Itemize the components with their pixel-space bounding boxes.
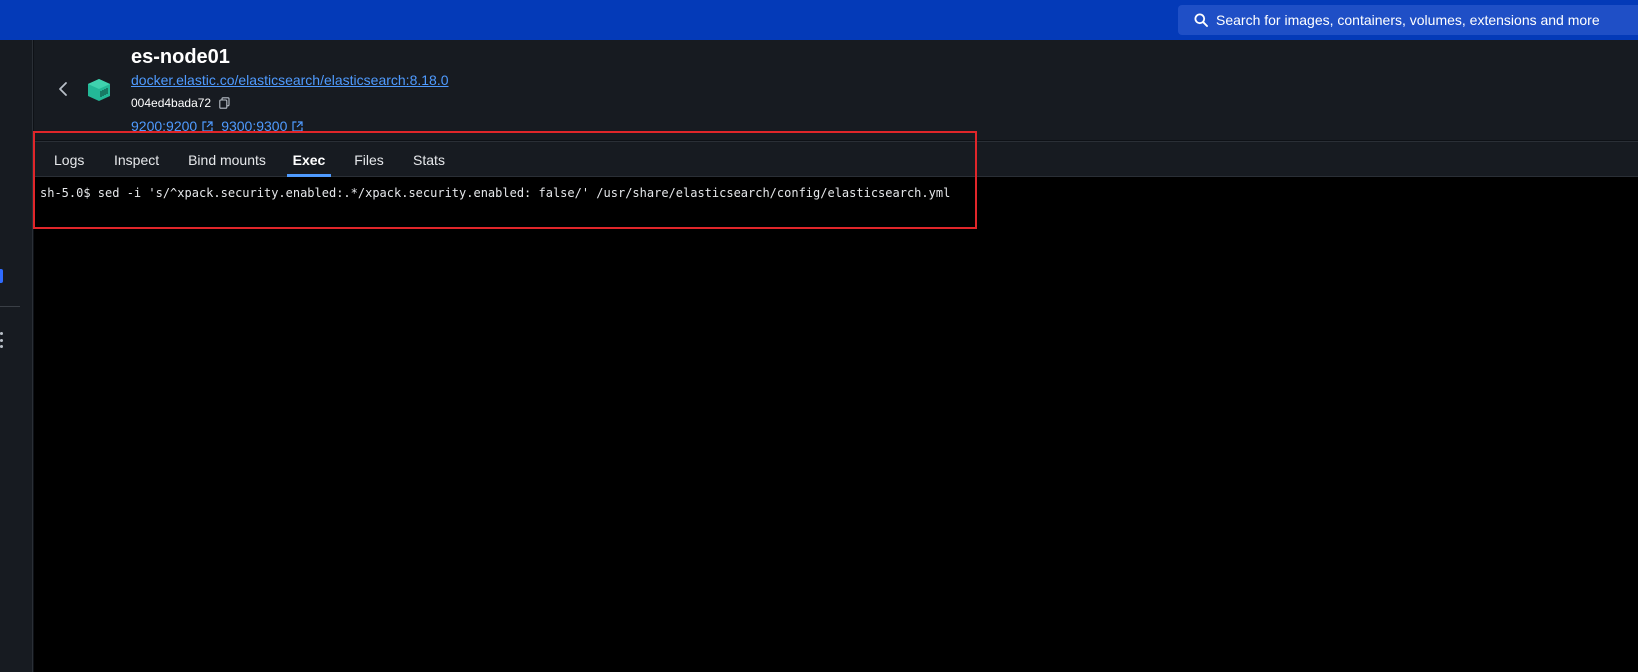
copy-icon[interactable] (219, 97, 230, 109)
port-link-9200[interactable]: 9200:9200 (131, 118, 213, 134)
port-label: 9300:9300 (221, 118, 288, 134)
image-link[interactable]: docker.elastic.co/elasticsearch/elastics… (131, 72, 449, 88)
kebab-menu-icon[interactable] (0, 332, 4, 348)
tab-bind-mounts[interactable]: Bind mounts (188, 142, 266, 177)
port-link-9300[interactable]: 9300:9300 (221, 118, 303, 134)
search-icon (1194, 13, 1208, 27)
tab-files[interactable]: Files (354, 142, 384, 177)
container-id: 004ed4bada72 (131, 96, 212, 110)
chevron-left-icon (59, 82, 67, 96)
port-list: 9200:9200 9300:9300 (131, 118, 311, 134)
external-link-icon (202, 120, 213, 132)
exec-terminal[interactable]: sh-5.0$ sed -i 's/^xpack.security.enable… (34, 177, 1638, 672)
container-name: es-node01 (131, 46, 230, 68)
tab-inspect[interactable]: Inspect (114, 142, 159, 177)
external-link-icon (292, 120, 303, 132)
tab-exec[interactable]: Exec (287, 142, 331, 177)
container-id-row: 004ed4bada72 (131, 96, 230, 110)
sidebar-divider (0, 306, 20, 307)
global-search-bar[interactable]: Search for images, containers, volumes, … (1178, 5, 1638, 35)
sidebar-active-indicator (0, 269, 3, 283)
search-placeholder: Search for images, containers, volumes, … (1216, 12, 1600, 28)
container-cube-icon (88, 79, 110, 101)
tab-stats[interactable]: Stats (412, 142, 446, 177)
tab-bar: Logs Inspect Bind mounts Exec Files Stat… (34, 141, 1638, 177)
tab-logs[interactable]: Logs (54, 142, 84, 177)
top-bar: Search for images, containers, volumes, … (0, 0, 1638, 40)
back-button[interactable] (52, 78, 74, 100)
port-label: 9200:9200 (131, 118, 198, 134)
left-sidebar (0, 40, 33, 672)
container-header: es-node01 docker.elastic.co/elasticsearc… (34, 40, 1638, 140)
terminal-command-line: sh-5.0$ sed -i 's/^xpack.security.enable… (40, 186, 951, 200)
